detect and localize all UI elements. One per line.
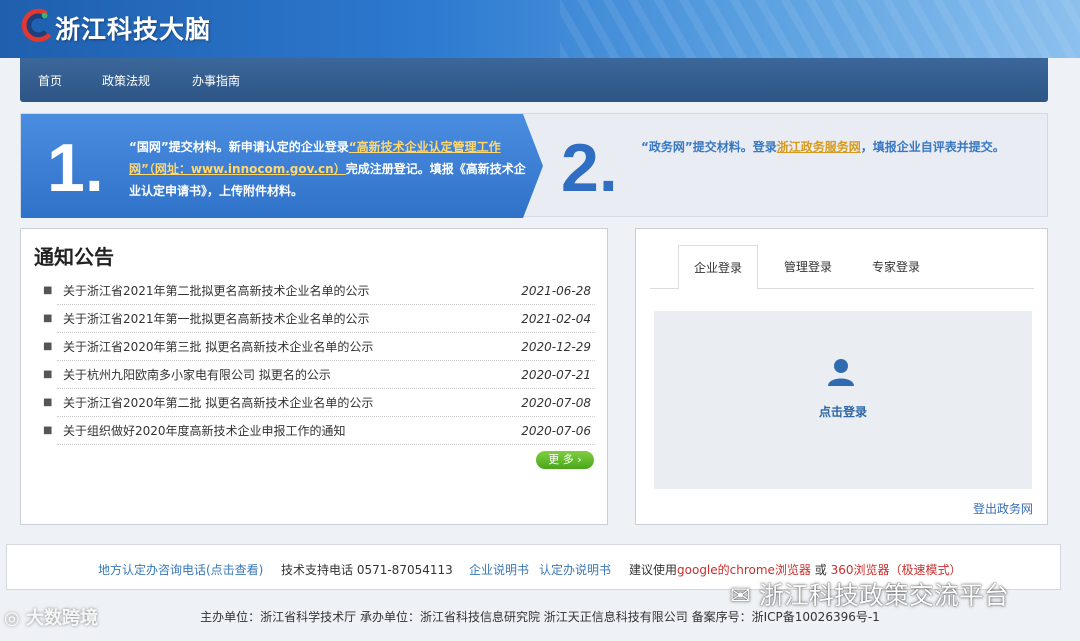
step-2-number: 2. — [561, 130, 618, 206]
logout-link[interactable]: 登出政务网 — [973, 500, 1033, 517]
process-steps-banner: 1. “国网”提交材料。新申请认定的企业登录“高新技术企业认定管理工作网”（网址… — [20, 113, 1048, 218]
notice-item-title[interactable]: 关于组织做好2020年度高新技术企业申报工作的通知 — [63, 417, 346, 445]
nav-home[interactable]: 首页 — [38, 72, 62, 89]
notice-item-title[interactable]: 关于浙江省2020年第三批 拟更名高新技术企业名单的公示 — [63, 333, 373, 361]
nav-policy[interactable]: 政策法规 — [102, 72, 150, 89]
step-1-number: 1. — [47, 130, 104, 206]
watermark-left: ◎ 大数跨境 — [4, 604, 98, 630]
office-manual-link[interactable]: 认定办说明书 — [539, 561, 611, 578]
more-button-label: 更 多 — [548, 453, 574, 466]
more-button[interactable]: 更 多 › — [536, 451, 594, 469]
notice-item-title[interactable]: 关于浙江省2020年第二批 拟更名高新技术企业名单的公示 — [63, 389, 373, 417]
step-2-zwfw-link[interactable]: 浙江政务服务网 — [777, 140, 861, 154]
list-item[interactable]: ■ 关于浙江省2021年第一批拟更名高新技术企业名单的公示 2021-02-04 — [43, 305, 595, 333]
notice-item-date: 2020-07-21 — [521, 368, 591, 382]
watermark-left-text: 大数跨境 — [25, 608, 98, 629]
brand-logo-icon — [21, 8, 52, 42]
enterprise-manual-link[interactable]: 企业说明书 — [469, 561, 529, 578]
tab-enterprise-login[interactable]: 企业登录 — [678, 245, 758, 290]
login-tabs: 企业登录 管理登录 专家登录 — [650, 245, 1034, 290]
notice-item-title[interactable]: 关于浙江省2021年第二批拟更名高新技术企业名单的公示 — [63, 277, 370, 305]
header-decoration — [560, 0, 1080, 58]
bullet-icon: ■ — [43, 341, 53, 352]
login-panel: 企业登录 管理登录 专家登录 点击登录 登出政务网 — [635, 228, 1048, 525]
notice-title: 通知公告 — [34, 245, 114, 269]
step-2-text-part2: ，填报企业自评表并提交。 — [860, 140, 1005, 154]
list-item[interactable]: ■ 关于组织做好2020年度高新技术企业申报工作的通知 2020-07-06 — [43, 417, 595, 445]
site-header: 浙江科技大脑 — [0, 0, 1080, 58]
watermark-logo-icon: ◎ — [4, 608, 26, 629]
site-brand[interactable]: 浙江科技大脑 — [55, 10, 211, 46]
360-browser-text: 360浏览器（极速模式） — [830, 563, 962, 577]
bullet-icon: ■ — [43, 369, 53, 380]
login-box[interactable]: 点击登录 — [654, 311, 1032, 489]
step-2-text: “政务网”提交材料。登录浙江政务服务网，填报企业自评表并提交。 — [641, 136, 1031, 158]
notice-list: ■ 关于浙江省2021年第二批拟更名高新技术企业名单的公示 2021-06-28 ■… — [43, 277, 595, 445]
watermark-right-text: 浙江科技政策交流平台 — [758, 581, 1009, 610]
notice-item-title[interactable]: 关于杭州九阳欧南多小家电有限公司 拟更名的公示 — [63, 361, 331, 389]
bullet-icon: ■ — [43, 425, 53, 436]
notice-item-date: 2020-12-29 — [521, 340, 591, 354]
watermark-right: ✉ 浙江科技政策交流平台 — [730, 576, 1009, 612]
login-link[interactable]: 点击登录 — [654, 403, 1032, 420]
list-item[interactable]: ■ 关于杭州九阳欧南多小家电有限公司 拟更名的公示 2020-07-21 — [43, 361, 595, 389]
chevron-right-icon: › — [577, 453, 582, 466]
bullet-icon: ■ — [43, 285, 53, 296]
list-item[interactable]: ■ 关于浙江省2020年第二批 拟更名高新技术企业名单的公示 2020-07-08 — [43, 389, 595, 417]
bullet-icon: ■ — [43, 397, 53, 408]
list-item[interactable]: ■ 关于浙江省2021年第二批拟更名高新技术企业名单的公示 2021-06-28 — [43, 277, 595, 305]
list-item[interactable]: ■ 关于浙江省2020年第三批 拟更名高新技术企业名单的公示 2020-12-29 — [43, 333, 595, 361]
main-nav: 首页 政策法规 办事指南 — [20, 58, 1048, 102]
tab-expert-login[interactable]: 专家登录 — [856, 245, 936, 289]
user-icon — [828, 359, 854, 386]
notice-item-date: 2020-07-08 — [521, 396, 591, 410]
suggest-label: 建议使用 — [629, 563, 678, 577]
hotline-link[interactable]: 地方认定办咨询电话(点击查看) — [98, 561, 263, 578]
notice-panel: 通知公告 ■ 关于浙江省2021年第二批拟更名高新技术企业名单的公示 2021-06… — [20, 228, 608, 525]
notice-item-date: 2020-07-06 — [521, 424, 591, 438]
step-1-text: “国网”提交材料。新申请认定的企业登录“高新技术企业认定管理工作网”（网址：ww… — [129, 136, 529, 202]
notice-item-title[interactable]: 关于浙江省2021年第一批拟更名高新技术企业名单的公示 — [63, 305, 370, 333]
tab-admin-login[interactable]: 管理登录 — [768, 245, 848, 289]
step-1-text-part1: “国网”提交材料。新申请认定的企业登录 — [129, 140, 349, 154]
nav-guide[interactable]: 办事指南 — [192, 72, 240, 89]
or-label: 或 — [814, 563, 827, 577]
notice-item-date: 2021-06-28 — [521, 284, 591, 298]
step-2-text-part1: “政务网”提交材料。登录 — [641, 140, 777, 154]
bullet-icon: ■ — [43, 313, 53, 324]
wechat-icon: ✉ — [730, 581, 759, 610]
notice-item-date: 2021-02-04 — [521, 312, 591, 326]
chrome-browser-text: google的chrome浏览器 — [677, 563, 811, 577]
support-phone: 技术支持电话 0571-87054113 — [281, 563, 453, 577]
